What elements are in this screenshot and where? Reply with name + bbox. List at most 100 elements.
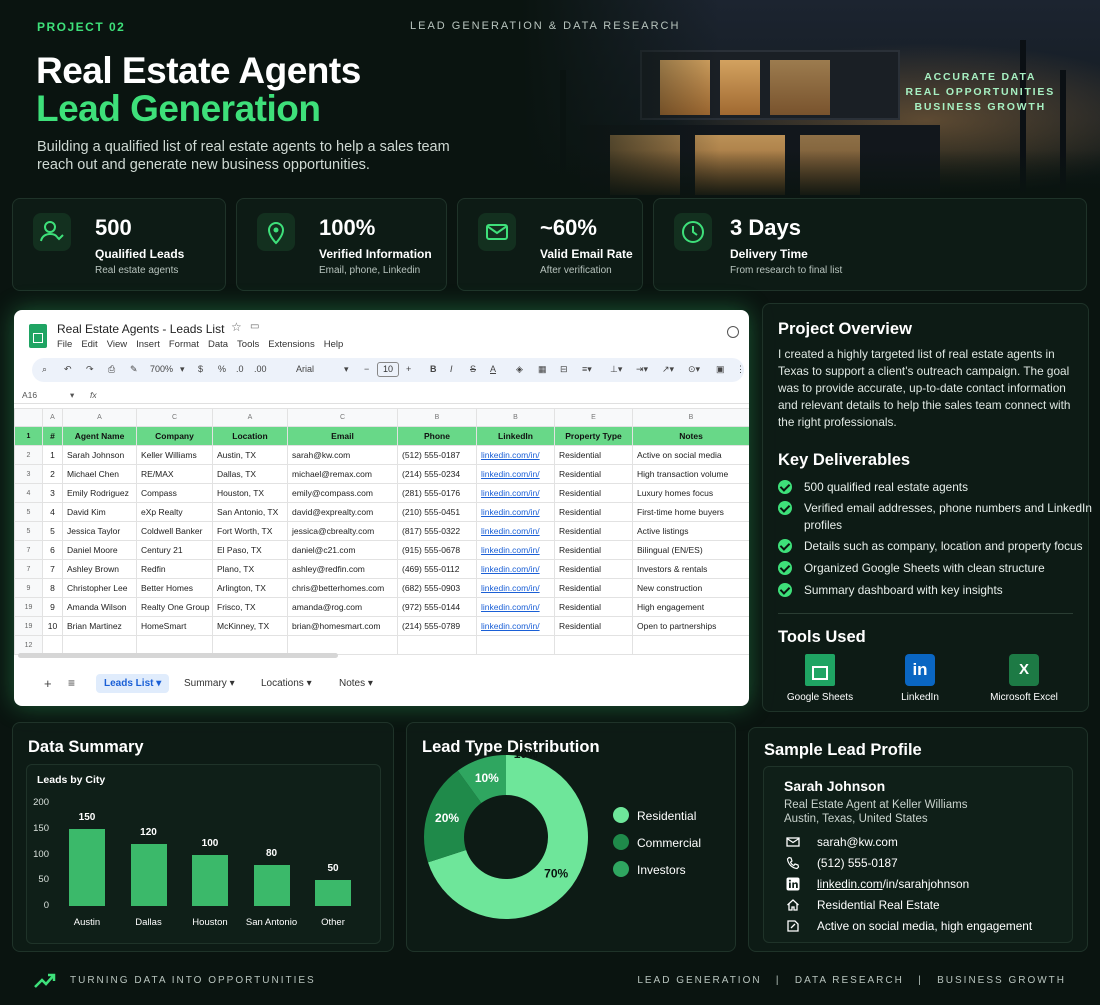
profile-phone[interactable]: (512) 555-0187	[817, 856, 898, 870]
table-cell[interactable]: Christopher Lee	[62, 578, 137, 598]
table-header-cell[interactable]: Location	[212, 426, 288, 446]
table-cell[interactable]: Active on social media	[632, 445, 749, 465]
font-select[interactable]: Arial	[296, 364, 314, 374]
rotate-icon[interactable]: ↗▾	[662, 364, 674, 375]
table-cell[interactable]: Keller Williams	[136, 445, 213, 465]
table-cell[interactable]: Residential	[554, 559, 633, 579]
table-cell[interactable]: 7	[42, 559, 63, 579]
table-cell[interactable]: linkedin.com/in/	[476, 559, 555, 579]
column-letter[interactable]: A	[62, 408, 137, 427]
table-cell[interactable]: Fort Worth, TX	[212, 521, 288, 541]
table-cell[interactable]: (512) 555-0187	[397, 445, 477, 465]
table-cell[interactable]: (682) 555-0903	[397, 578, 477, 598]
table-cell[interactable]: brian@homesmart.com	[287, 616, 398, 636]
table-cell[interactable]: HomeSmart	[136, 616, 213, 636]
table-cell[interactable]: Open to partnerships	[632, 616, 749, 636]
table-cell[interactable]: Investors & rentals	[632, 559, 749, 579]
table-cell[interactable]: linkedin.com/in/	[476, 464, 555, 484]
table-cell[interactable]: Arlington, TX	[212, 578, 288, 598]
redo-icon[interactable]: ↷	[86, 364, 94, 375]
table-cell[interactable]: First-time home buyers	[632, 502, 749, 522]
menu-file[interactable]: File	[57, 339, 72, 350]
tab-notes[interactable]: Notes ▾	[331, 674, 381, 693]
decimal-increase-icon[interactable]: .00	[254, 364, 267, 374]
table-cell[interactable]: linkedin.com/in/	[476, 445, 555, 465]
table-cell[interactable]: david@exprealty.com	[287, 502, 398, 522]
table-cell[interactable]: Ashley Brown	[62, 559, 137, 579]
table-cell[interactable]: linkedin.com/in/	[476, 540, 555, 560]
percent-icon[interactable]: %	[218, 364, 226, 374]
table-header-cell[interactable]: #	[42, 426, 63, 446]
table-cell[interactable]: jessica@cbrealty.com	[287, 521, 398, 541]
table-cell[interactable]: Compass	[136, 483, 213, 503]
table-cell[interactable]: RE/MAX	[136, 464, 213, 484]
table-cell[interactable]: michael@remax.com	[287, 464, 398, 484]
table-cell[interactable]: (214) 555-0234	[397, 464, 477, 484]
table-cell[interactable]: linkedin.com/in/	[476, 597, 555, 617]
more-icon[interactable]: ⋮	[736, 364, 745, 375]
table-cell[interactable]: Jessica Taylor	[62, 521, 137, 541]
table-cell[interactable]: New construction	[632, 578, 749, 598]
table-cell[interactable]: amanda@rog.com	[287, 597, 398, 617]
menu-format[interactable]: Format	[169, 339, 199, 350]
table-cell[interactable]: Redfin	[136, 559, 213, 579]
column-letter[interactable]: C	[136, 408, 213, 427]
table-header-cell[interactable]: Email	[287, 426, 398, 446]
move-folder-icon[interactable]: ▭	[250, 321, 259, 332]
italic-icon[interactable]: I	[450, 364, 453, 374]
table-cell[interactable]: 6	[42, 540, 63, 560]
print-icon[interactable]: ⎙	[108, 364, 115, 375]
table-cell[interactable]: 5	[42, 521, 63, 541]
table-header-cell[interactable]: Notes	[632, 426, 749, 446]
font-size-input[interactable]: 10	[377, 362, 399, 377]
merge-icon[interactable]: ⊟	[560, 364, 568, 375]
table-cell[interactable]: Daniel Moore	[62, 540, 137, 560]
profile-email[interactable]: sarah@kw.com	[817, 835, 898, 849]
search-menus-icon[interactable]: ⌕	[42, 364, 47, 375]
table-cell[interactable]: (972) 555-0144	[397, 597, 477, 617]
table-cell[interactable]: sarah@kw.com	[287, 445, 398, 465]
table-header-cell[interactable]: Phone	[397, 426, 477, 446]
table-header-cell[interactable]: LinkedIn	[476, 426, 555, 446]
table-cell[interactable]: linkedin.com/in/	[476, 521, 555, 541]
menu-data[interactable]: Data	[208, 339, 228, 350]
table-cell[interactable]: Luxury homes focus	[632, 483, 749, 503]
font-size-plus-icon[interactable]: +	[406, 364, 411, 374]
bold-icon[interactable]: B	[430, 364, 437, 374]
table-cell[interactable]: Residential	[554, 616, 633, 636]
sheet-title[interactable]: Real Estate Agents - Leads List	[57, 322, 224, 336]
table-cell[interactable]: San Antonio, TX	[212, 502, 288, 522]
table-cell[interactable]: Amanda Wilson	[62, 597, 137, 617]
table-cell[interactable]: 10	[42, 616, 63, 636]
table-cell[interactable]: Residential	[554, 540, 633, 560]
font-size-minus-icon[interactable]: −	[364, 364, 369, 374]
add-sheet-icon[interactable]: +	[44, 676, 52, 691]
table-cell[interactable]: Plano, TX	[212, 559, 288, 579]
table-cell[interactable]: Coldwell Banker	[136, 521, 213, 541]
table-cell[interactable]: linkedin.com/in/	[476, 483, 555, 503]
table-cell[interactable]: ashley@redfin.com	[287, 559, 398, 579]
column-letter[interactable]: A	[212, 408, 288, 427]
borders-icon[interactable]: ▦	[538, 364, 547, 375]
table-cell[interactable]: (469) 555-0112	[397, 559, 477, 579]
column-letter[interactable]: B	[632, 408, 749, 427]
table-cell[interactable]: 8	[42, 578, 63, 598]
table-cell[interactable]: emily@compass.com	[287, 483, 398, 503]
table-header-cell[interactable]: Agent Name	[62, 426, 137, 446]
table-cell[interactable]: Residential	[554, 578, 633, 598]
table-cell[interactable]: linkedin.com/in/	[476, 578, 555, 598]
text-color-icon[interactable]: A	[490, 364, 496, 374]
table-cell[interactable]: Residential	[554, 445, 633, 465]
tab-locations[interactable]: Locations ▾	[253, 674, 320, 693]
menu-edit[interactable]: Edit	[81, 339, 97, 350]
column-letter[interactable]: C	[287, 408, 398, 427]
table-cell[interactable]: Austin, TX	[212, 445, 288, 465]
table-cell[interactable]: Sarah Johnson	[62, 445, 137, 465]
zoom-select[interactable]: 700%	[150, 364, 173, 374]
table-cell[interactable]: Residential	[554, 464, 633, 484]
table-cell[interactable]: Bilingual (EN/ES)	[632, 540, 749, 560]
table-cell[interactable]: 9	[42, 597, 63, 617]
fill-color-icon[interactable]: ◈	[516, 364, 523, 375]
history-icon[interactable]	[727, 326, 739, 338]
table-cell[interactable]: 2	[42, 464, 63, 484]
